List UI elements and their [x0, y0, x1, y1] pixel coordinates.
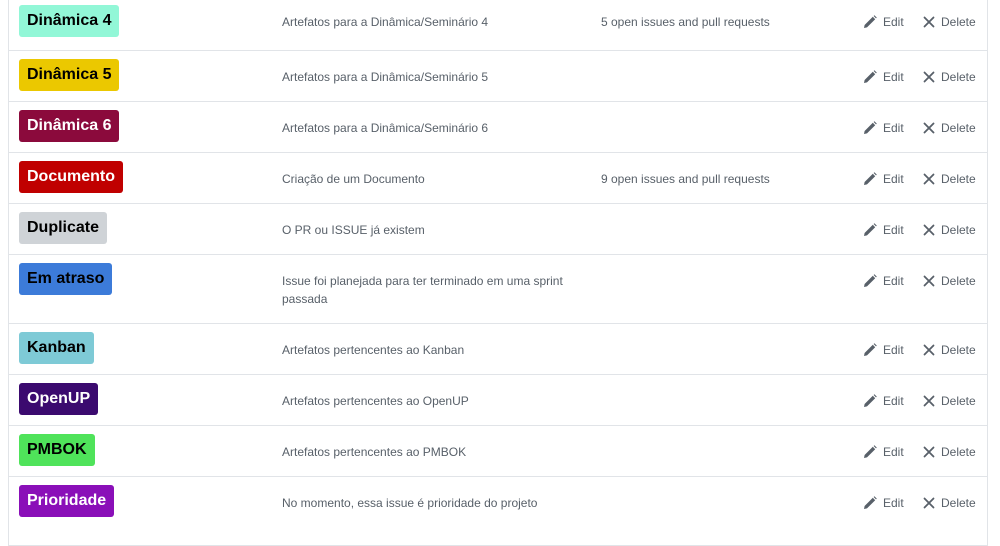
close-icon: [923, 446, 935, 458]
label-row: Duplicate O PR ou ISSUE já existem Edit …: [9, 204, 987, 255]
delete-button[interactable]: Delete: [923, 170, 976, 188]
label-description: No momento, essa issue é prioridade do p…: [282, 496, 538, 510]
edit-label: Edit: [883, 121, 904, 135]
delete-label: Delete: [941, 274, 976, 288]
label-description: Artefatos pertencentes ao Kanban: [282, 343, 465, 357]
delete-label: Delete: [941, 15, 976, 29]
delete-label: Delete: [941, 343, 976, 357]
label-description: Artefatos pertencentes ao OpenUP: [282, 394, 469, 408]
edit-label: Edit: [883, 343, 904, 357]
delete-label: Delete: [941, 70, 976, 84]
edit-button[interactable]: Edit: [863, 170, 904, 188]
edit-label: Edit: [883, 70, 904, 84]
label-badge[interactable]: Dinâmica 5: [19, 59, 120, 91]
open-issues-link[interactable]: 5 open issues and pull requests: [601, 13, 770, 31]
edit-button[interactable]: Edit: [863, 392, 904, 410]
edit-button[interactable]: Edit: [863, 341, 904, 359]
close-icon: [923, 344, 935, 356]
label-badge[interactable]: Dinâmica 6: [19, 110, 120, 142]
label-badge[interactable]: Kanban: [19, 332, 94, 364]
delete-button[interactable]: Delete: [923, 443, 976, 461]
edit-label: Edit: [883, 394, 904, 408]
label-description: Artefatos para a Dinâmica/Seminário 5: [282, 70, 489, 84]
delete-label: Delete: [941, 496, 976, 510]
close-icon: [923, 497, 935, 509]
delete-button[interactable]: Delete: [923, 272, 976, 290]
labels-list: Dinâmica 4 Artefatos para a Dinâmica/Sem…: [8, 0, 988, 546]
close-icon: [923, 224, 935, 236]
open-issues-link[interactable]: 9 open issues and pull requests: [601, 170, 770, 188]
delete-button[interactable]: Delete: [923, 392, 976, 410]
label-description: Artefatos para a Dinâmica/Seminário 4: [282, 15, 489, 29]
label-row: Em atraso Issue foi planejada para ter t…: [9, 255, 987, 324]
pencil-icon: [864, 496, 877, 509]
label-badge[interactable]: Dinâmica 4: [19, 5, 120, 37]
pencil-icon: [864, 15, 877, 28]
edit-button[interactable]: Edit: [863, 221, 904, 239]
delete-button[interactable]: Delete: [923, 341, 976, 359]
label-row: Documento Criação de um Documento 9 open…: [9, 153, 987, 204]
delete-button[interactable]: Delete: [923, 494, 976, 512]
edit-button[interactable]: Edit: [863, 68, 904, 86]
label-description: Criação de um Documento: [282, 172, 425, 186]
label-description: Artefatos para a Dinâmica/Seminário 6: [282, 121, 489, 135]
delete-label: Delete: [941, 394, 976, 408]
label-row: Dinâmica 6 Artefatos para a Dinâmica/Sem…: [9, 102, 987, 153]
label-description: O PR ou ISSUE já existem: [282, 223, 425, 237]
delete-button[interactable]: Delete: [923, 13, 976, 31]
edit-label: Edit: [883, 445, 904, 459]
label-badge[interactable]: Documento: [19, 161, 123, 193]
edit-button[interactable]: Edit: [863, 119, 904, 137]
close-icon: [923, 275, 935, 287]
delete-label: Delete: [941, 223, 976, 237]
pencil-icon: [864, 172, 877, 185]
pencil-icon: [864, 343, 877, 356]
close-icon: [923, 395, 935, 407]
close-icon: [923, 173, 935, 185]
pencil-icon: [864, 70, 877, 83]
edit-label: Edit: [883, 15, 904, 29]
edit-button[interactable]: Edit: [863, 443, 904, 461]
delete-button[interactable]: Delete: [923, 119, 976, 137]
edit-button[interactable]: Edit: [863, 272, 904, 290]
label-row: Prioridade No momento, essa issue é prio…: [9, 477, 987, 546]
close-icon: [923, 16, 935, 28]
pencil-icon: [864, 121, 877, 134]
delete-label: Delete: [941, 445, 976, 459]
close-icon: [923, 122, 935, 134]
label-badge[interactable]: Duplicate: [19, 212, 108, 244]
label-badge[interactable]: OpenUP: [19, 383, 99, 415]
delete-label: Delete: [941, 172, 976, 186]
pencil-icon: [864, 223, 877, 236]
delete-button[interactable]: Delete: [923, 221, 976, 239]
edit-label: Edit: [883, 223, 904, 237]
label-row: Kanban Artefatos pertencentes ao Kanban …: [9, 324, 987, 375]
label-row: Dinâmica 4 Artefatos para a Dinâmica/Sem…: [9, 0, 987, 51]
edit-button[interactable]: Edit: [863, 494, 904, 512]
label-badge[interactable]: Em atraso: [19, 263, 113, 295]
label-badge[interactable]: PMBOK: [19, 434, 95, 466]
edit-label: Edit: [883, 274, 904, 288]
label-row: PMBOK Artefatos pertencentes ao PMBOK Ed…: [9, 426, 987, 477]
label-description: Issue foi planejada para ter terminado e…: [282, 274, 563, 306]
delete-label: Delete: [941, 121, 976, 135]
pencil-icon: [864, 394, 877, 407]
label-description: Artefatos pertencentes ao PMBOK: [282, 445, 467, 459]
label-badge[interactable]: Prioridade: [19, 485, 115, 517]
delete-button[interactable]: Delete: [923, 68, 976, 86]
label-row: OpenUP Artefatos pertencentes ao OpenUP …: [9, 375, 987, 426]
close-icon: [923, 71, 935, 83]
label-row: Dinâmica 5 Artefatos para a Dinâmica/Sem…: [9, 51, 987, 102]
edit-label: Edit: [883, 496, 904, 510]
edit-label: Edit: [883, 172, 904, 186]
pencil-icon: [864, 445, 877, 458]
pencil-icon: [864, 274, 877, 287]
edit-button[interactable]: Edit: [863, 13, 904, 31]
